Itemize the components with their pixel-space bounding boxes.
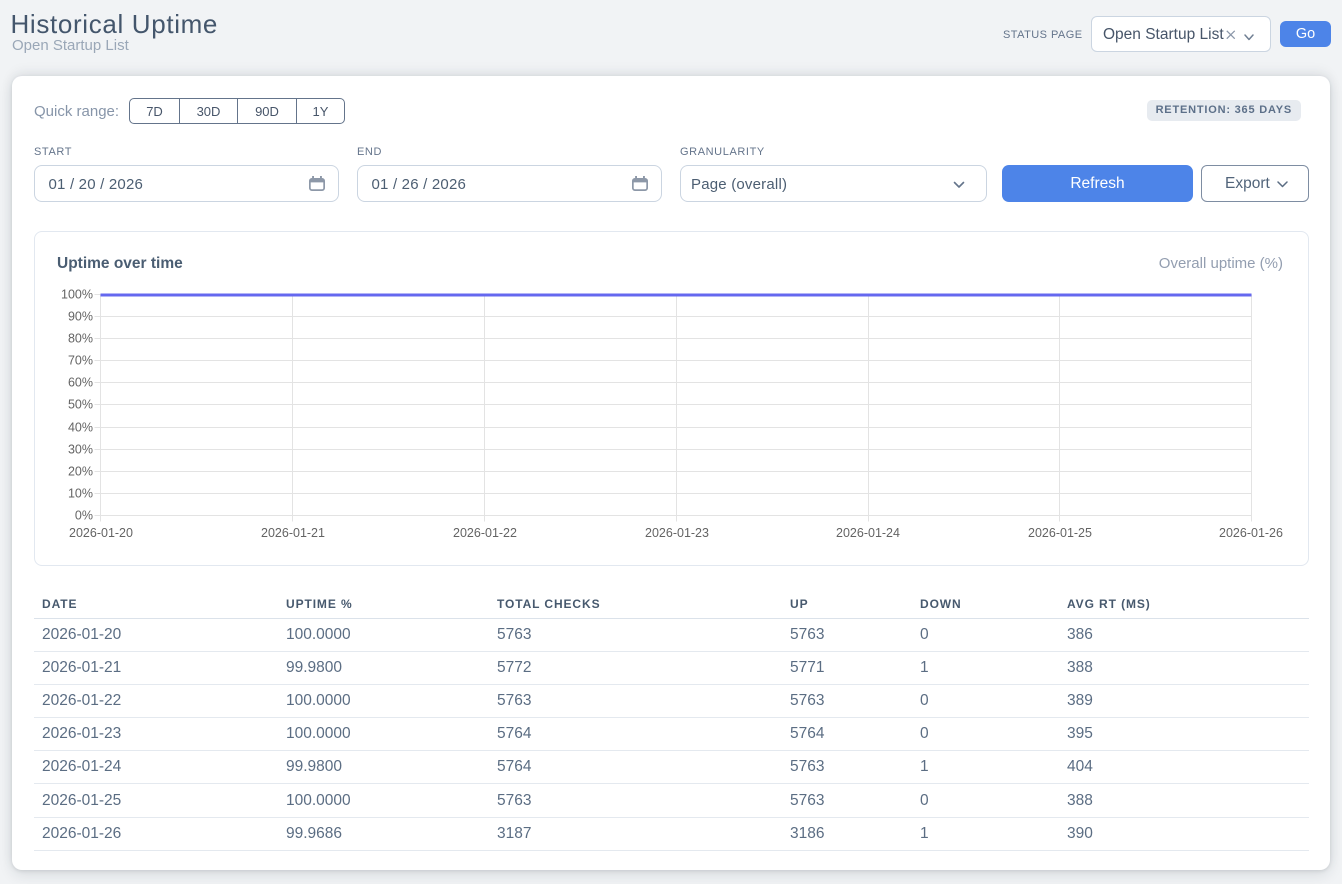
svg-text:100%: 100% [61,288,93,302]
svg-text:70%: 70% [68,354,93,368]
svg-text:50%: 50% [68,398,93,412]
svg-text:60%: 60% [68,376,93,390]
svg-text:10%: 10% [68,487,93,501]
svg-text:30%: 30% [68,443,93,457]
svg-text:2026-01-21: 2026-01-21 [261,526,325,540]
svg-text:2026-01-24: 2026-01-24 [836,526,900,540]
svg-text:40%: 40% [68,421,93,435]
svg-text:0%: 0% [75,509,93,523]
svg-text:2026-01-20: 2026-01-20 [69,526,133,540]
svg-text:2026-01-22: 2026-01-22 [453,526,517,540]
svg-text:2026-01-23: 2026-01-23 [645,526,709,540]
svg-text:80%: 80% [68,332,93,346]
svg-text:2026-01-26: 2026-01-26 [1219,526,1283,540]
svg-text:20%: 20% [68,465,93,479]
svg-text:2026-01-25: 2026-01-25 [1028,526,1092,540]
svg-text:90%: 90% [68,310,93,324]
